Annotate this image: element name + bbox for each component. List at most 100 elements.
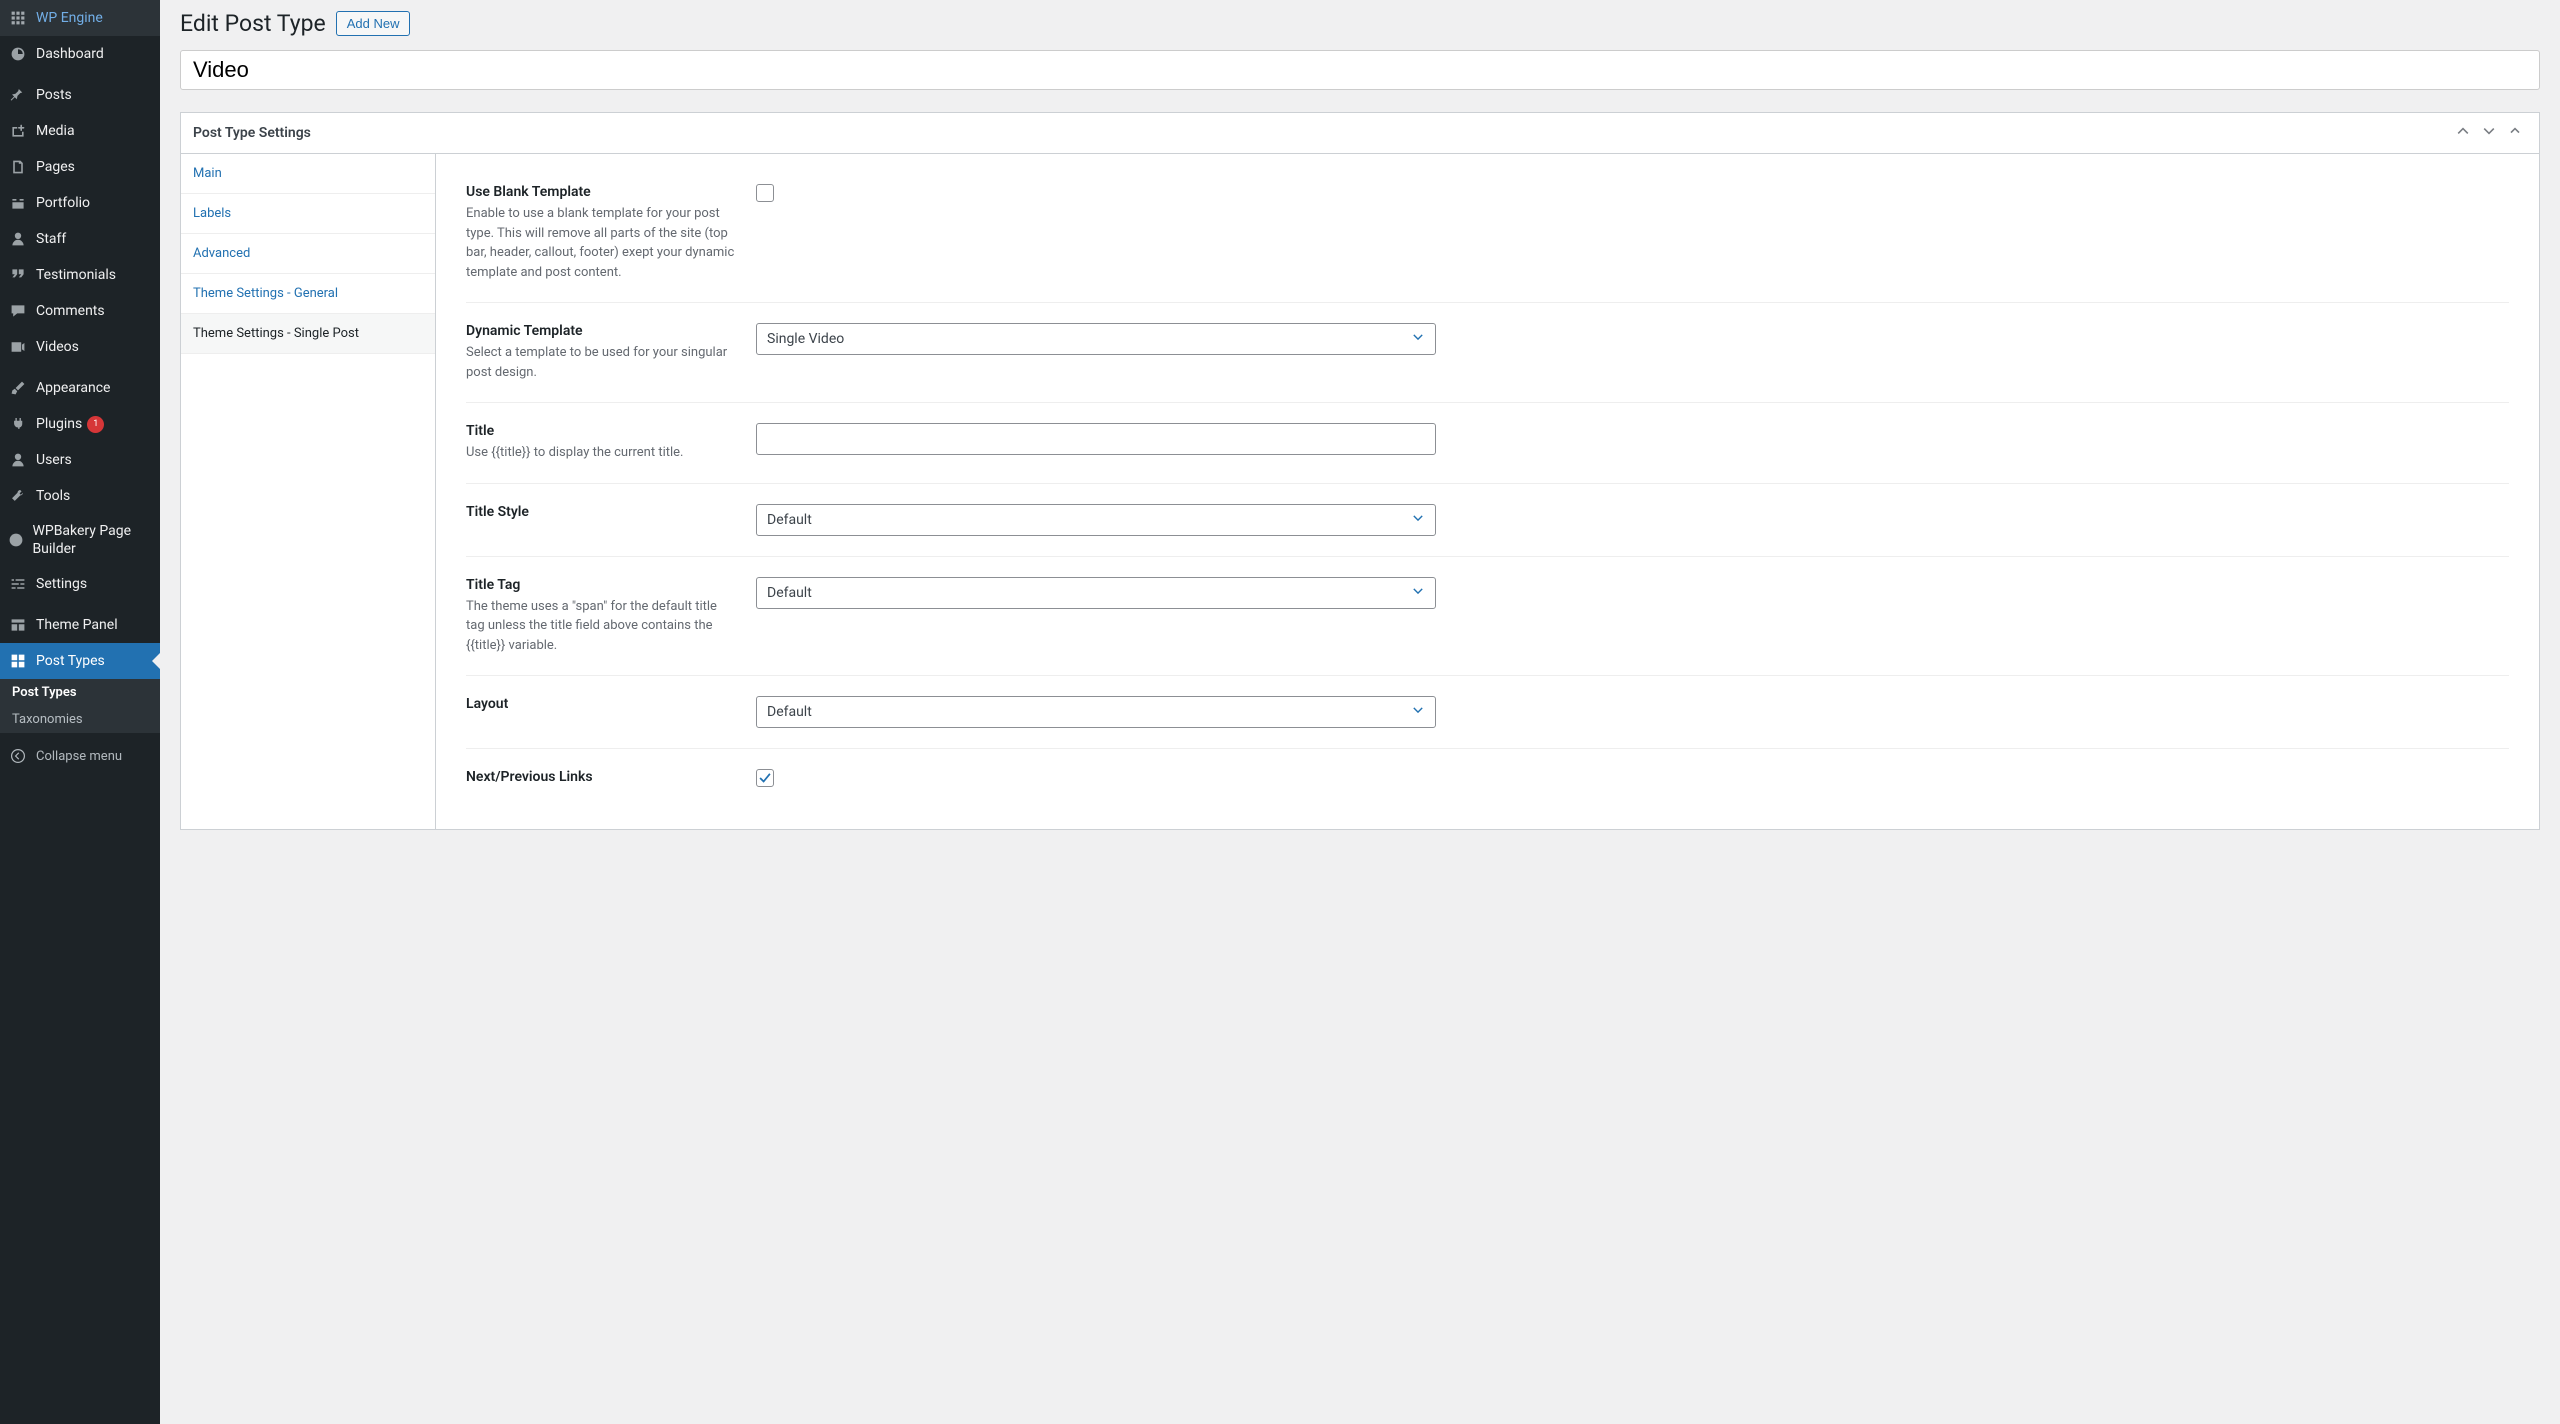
sidebar-item-label: Appearance [36, 380, 110, 396]
plugins-badge: 1 [87, 416, 104, 433]
select-value: Default [767, 704, 812, 720]
sidebar-item-comments[interactable]: Comments [0, 293, 160, 329]
sidebar-item-label: Plugins [36, 416, 82, 432]
select-dynamic-template[interactable]: Single Video [756, 323, 1436, 355]
tab-theme-general[interactable]: Theme Settings - General [181, 274, 435, 314]
select-value: Default [767, 512, 812, 528]
desc-title-tag: The theme uses a "span" for the default … [466, 599, 717, 653]
active-pointer [152, 653, 160, 669]
sidebar-item-label: Media [36, 123, 75, 139]
tab-labels[interactable]: Labels [181, 194, 435, 234]
panel-down-icon[interactable] [2481, 123, 2501, 143]
sidebar-item-videos[interactable]: Videos [0, 329, 160, 365]
sidebar-item-posttypes[interactable]: Post Types [0, 643, 160, 679]
pin-icon [8, 85, 28, 105]
label-title: Title [466, 423, 736, 439]
input-title[interactable] [756, 423, 1436, 455]
sidebar-item-label: Pages [36, 159, 75, 175]
chevron-down-icon [1411, 703, 1425, 721]
sidebar-item-pages[interactable]: Pages [0, 149, 160, 185]
dashboard-icon [8, 44, 28, 64]
sidebar-item-testimonials[interactable]: Testimonials [0, 257, 160, 293]
layout-icon [8, 615, 28, 635]
form-area: Use Blank Template Enable to use a blank… [436, 154, 2539, 829]
chevron-down-icon [1411, 330, 1425, 348]
sidebar-item-label: Testimonials [36, 267, 116, 283]
sidebar-submenu: Post Types Taxonomies [0, 679, 160, 733]
sidebar-item-posts[interactable]: Posts [0, 77, 160, 113]
collapse-menu-button[interactable]: Collapse menu [0, 738, 160, 774]
person-icon [8, 229, 28, 249]
chevron-down-icon [1411, 584, 1425, 602]
add-new-button[interactable]: Add New [336, 11, 411, 36]
panel-up-icon[interactable] [2455, 123, 2475, 143]
submenu-item-posttypes[interactable]: Post Types [0, 679, 160, 706]
label-layout: Layout [466, 696, 736, 712]
select-value: Default [767, 585, 812, 601]
sidebar-item-label: Post Types [36, 653, 105, 669]
desc-title: Use {{title}} to display the current tit… [466, 445, 683, 460]
sidebar-item-tools[interactable]: Tools [0, 478, 160, 514]
sidebar-item-label: Dashboard [36, 46, 104, 62]
sidebar-item-label: Theme Panel [36, 617, 118, 633]
sidebar-item-label: Posts [36, 87, 72, 103]
page-icon [8, 157, 28, 177]
tab-theme-single[interactable]: Theme Settings - Single Post [181, 314, 435, 354]
sidebar-item-media[interactable]: Media [0, 113, 160, 149]
comment-icon [8, 301, 28, 321]
chevron-down-icon [1411, 511, 1425, 529]
admin-sidebar: WP Engine Dashboard Posts Media Pages [0, 0, 160, 1424]
collapse-menu-label: Collapse menu [36, 749, 122, 764]
panel-header: Post Type Settings [181, 113, 2539, 154]
label-dynamic-template: Dynamic Template [466, 323, 736, 339]
tab-main[interactable]: Main [181, 154, 435, 194]
select-title-style[interactable]: Default [756, 504, 1436, 536]
video-icon [8, 337, 28, 357]
row-layout: Layout Default [466, 676, 2509, 749]
tab-advanced[interactable]: Advanced [181, 234, 435, 274]
settings-panel: Post Type Settings Main Labels [180, 112, 2540, 830]
row-next-prev: Next/Previous Links [466, 749, 2509, 809]
submenu-item-taxonomies[interactable]: Taxonomies [0, 706, 160, 733]
sidebar-item-users[interactable]: Users [0, 442, 160, 478]
select-layout[interactable]: Default [756, 696, 1436, 728]
check-icon [758, 771, 772, 785]
sidebar-item-label: Settings [36, 576, 87, 592]
sidebar-item-label: Comments [36, 303, 105, 319]
label-title-tag: Title Tag [466, 577, 736, 593]
users-icon [8, 450, 28, 470]
collapse-icon [8, 746, 28, 766]
sidebar-item-wpbakery[interactable]: WPBakery Page Builder [0, 514, 160, 566]
gear-icon [8, 8, 28, 28]
row-title-tag: Title Tag The theme uses a "span" for th… [466, 557, 2509, 677]
sidebar-item-label: Videos [36, 339, 79, 355]
row-title: Title Use {{title}} to display the curre… [466, 403, 2509, 484]
sidebar-item-label: Users [36, 452, 72, 468]
portfolio-icon [8, 193, 28, 213]
page-title: Edit Post Type [180, 10, 326, 37]
grid-icon [8, 651, 28, 671]
brush-icon [8, 378, 28, 398]
select-title-tag[interactable]: Default [756, 577, 1436, 609]
panel-toggle-icon[interactable] [2507, 123, 2527, 143]
row-blank-template: Use Blank Template Enable to use a blank… [466, 174, 2509, 303]
sidebar-item-label: Tools [36, 488, 70, 504]
main-content: Edit Post Type Add New Post Type Setting… [160, 0, 2560, 1424]
checkbox-next-prev[interactable] [756, 769, 774, 787]
sidebar-item-dashboard[interactable]: Dashboard [0, 36, 160, 72]
sidebar-item-label: Staff [36, 231, 66, 247]
checkbox-blank-template[interactable] [756, 184, 774, 202]
sidebar-item-themepanel[interactable]: Theme Panel [0, 607, 160, 643]
sidebar-item-staff[interactable]: Staff [0, 221, 160, 257]
sidebar-item-appearance[interactable]: Appearance [0, 370, 160, 406]
label-next-prev: Next/Previous Links [466, 769, 736, 785]
post-type-title-input[interactable] [180, 50, 2540, 90]
desc-dynamic-template: Select a template to be used for your si… [466, 345, 727, 380]
plug-icon [8, 414, 28, 434]
label-blank-template: Use Blank Template [466, 184, 736, 200]
wrench-icon [8, 486, 28, 506]
sidebar-item-wpengine[interactable]: WP Engine [0, 0, 160, 36]
sidebar-item-plugins[interactable]: Plugins 1 [0, 406, 160, 442]
sidebar-item-settings[interactable]: Settings [0, 566, 160, 602]
sidebar-item-portfolio[interactable]: Portfolio [0, 185, 160, 221]
